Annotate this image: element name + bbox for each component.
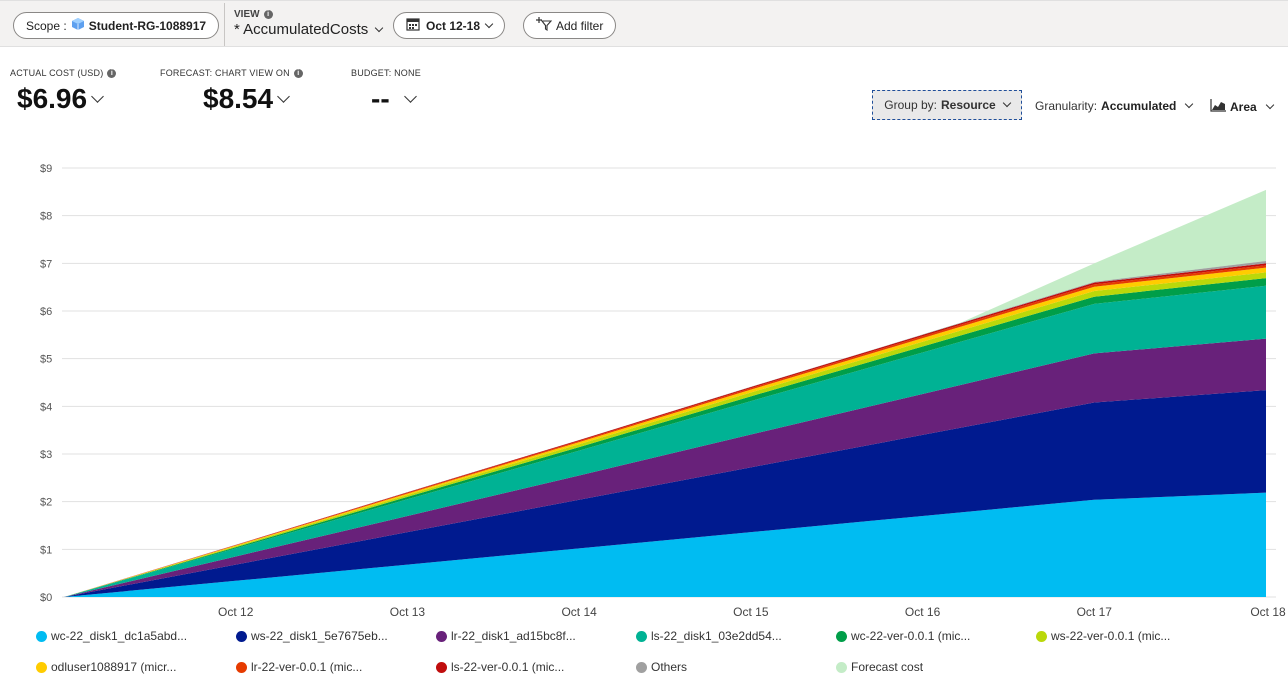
- y-tick-label: $5: [40, 354, 52, 366]
- view-label: VIEW: [234, 9, 260, 20]
- resource-group-icon: [71, 17, 85, 34]
- legend-swatch: [836, 661, 847, 673]
- legend-label: wc-22-ver-0.0.1 (mic...: [851, 629, 971, 643]
- granularity-label: Granularity:: [1035, 99, 1098, 113]
- chart-areas: [64, 189, 1266, 597]
- y-tick-label: $3: [40, 449, 52, 461]
- group-by-value: Resource: [941, 98, 996, 112]
- budget-value: --: [371, 83, 390, 114]
- legend-item[interactable]: Forecast cost: [836, 660, 923, 674]
- chevron-down-icon: [1002, 98, 1011, 108]
- y-tick-label: $0: [40, 592, 52, 604]
- actual-cost-kpi[interactable]: ACTUAL COST (USD) i $6.96: [10, 68, 117, 115]
- y-tick-label: $7: [40, 258, 52, 270]
- toolbar-divider: [224, 3, 225, 46]
- legend-label: Forecast cost: [851, 660, 924, 674]
- add-filter-icon: [536, 17, 553, 34]
- chart-type-value: Area: [1230, 100, 1257, 114]
- legend-swatch: [36, 630, 47, 642]
- legend-swatch: [236, 661, 247, 673]
- chevron-down-icon: [277, 89, 290, 103]
- x-tick-label: Oct 14: [561, 605, 597, 619]
- scope-value: Student-RG-1088917: [88, 18, 207, 33]
- legend-label: odluser1088917 (micr...: [51, 660, 177, 674]
- y-tick-label: $4: [40, 401, 52, 413]
- legend-item[interactable]: wc-22-ver-0.0.1 (mic...: [836, 629, 970, 643]
- legend-swatch: [436, 661, 447, 673]
- group-by-dropdown[interactable]: Group by: Resource: [872, 90, 1022, 120]
- info-icon: i: [107, 68, 117, 78]
- x-tick-label: Oct 13: [390, 605, 426, 619]
- x-tick-label: Oct 15: [733, 605, 769, 619]
- scope-label: Scope :: [26, 18, 67, 33]
- legend-item[interactable]: odluser1088917 (micr...: [36, 660, 176, 674]
- view-selector[interactable]: VIEW i * AccumulatedCosts: [234, 9, 384, 38]
- legend-label: lr-22-ver-0.0.1 (mic...: [251, 660, 363, 674]
- actual-cost-label: ACTUAL COST (USD): [10, 68, 104, 78]
- legend-swatch: [836, 630, 847, 642]
- legend-label: ws-22_disk1_5e7675eb...: [251, 629, 388, 643]
- legend-swatch: [36, 661, 47, 673]
- legend-label: ls-22_disk1_03e2dd54...: [651, 629, 782, 643]
- legend-swatch: [236, 630, 247, 642]
- legend-item[interactable]: lr-22_disk1_ad15bc8f...: [436, 629, 576, 643]
- legend-label: ls-22-ver-0.0.1 (mic...: [451, 660, 565, 674]
- legend-item[interactable]: lr-22-ver-0.0.1 (mic...: [236, 660, 362, 674]
- y-tick-label: $8: [40, 211, 52, 223]
- actual-cost-value: $6.96: [17, 83, 88, 114]
- legend-item[interactable]: ws-22_disk1_5e7675eb...: [236, 629, 388, 643]
- y-tick-label: $6: [40, 306, 52, 318]
- chevron-down-icon: [1265, 100, 1274, 110]
- info-icon: i: [263, 10, 273, 19]
- x-tick-label: Oct 17: [1077, 605, 1113, 619]
- y-tick-label: $9: [40, 163, 52, 175]
- legend-item[interactable]: Others: [636, 660, 687, 674]
- legend-swatch: [636, 661, 647, 673]
- legend-label: Others: [651, 660, 688, 674]
- granularity-dropdown[interactable]: Granularity: Accumulated: [1035, 99, 1194, 113]
- date-range-button[interactable]: Oct 12-18: [393, 12, 506, 39]
- cost-area-chart: $0 $1 $2 $3 $4 $5 $6 $7 $8 $9 Oct 12 Oct 13 Oct 14 Oc…: [40, 163, 1286, 619]
- legend-swatch: [636, 630, 647, 642]
- area-chart-icon: [1210, 99, 1226, 115]
- granularity-value: Accumulated: [1101, 99, 1177, 113]
- forecast-label: FORECAST: CHART VIEW ON: [160, 68, 290, 78]
- chart-legend: wc-22_disk1_dc1a5abd... ws-22_disk1_5e767…: [0, 625, 1288, 687]
- chevron-down-icon: [374, 23, 384, 32]
- legend-item[interactable]: ls-22-ver-0.0.1 (mic...: [436, 660, 564, 674]
- calendar-icon: [406, 17, 420, 34]
- forecast-value: $8.54: [203, 83, 274, 114]
- add-filter-button[interactable]: Add filter: [523, 12, 617, 39]
- legend-item[interactable]: wc-22_disk1_dc1a5abd...: [36, 629, 187, 643]
- y-tick-label: $2: [40, 497, 52, 509]
- chevron-down-icon: [484, 19, 494, 28]
- forecast-kpi[interactable]: FORECAST: CHART VIEW ON i $8.54: [160, 68, 303, 115]
- x-tick-label: Oct 12: [218, 605, 254, 619]
- chevron-down-icon: [91, 89, 104, 103]
- y-tick-label: $1: [40, 544, 52, 556]
- group-by-label: Group by:: [884, 98, 937, 112]
- chevron-down-icon: [403, 89, 417, 103]
- legend-label: lr-22_disk1_ad15bc8f...: [451, 629, 576, 643]
- legend-item[interactable]: ws-22-ver-0.0.1 (mic...: [1036, 629, 1170, 643]
- legend-swatch: [1036, 630, 1047, 642]
- date-range-value: Oct 12-18: [426, 18, 481, 33]
- legend-item[interactable]: ls-22_disk1_03e2dd54...: [636, 629, 782, 643]
- legend-swatch: [436, 630, 447, 642]
- toolbar: Scope : Student-RG-1088917 VIEW i * Accum…: [0, 0, 1288, 47]
- budget-label: BUDGET: NONE: [351, 68, 421, 78]
- add-filter-label: Add filter: [556, 18, 604, 33]
- legend-label: ws-22-ver-0.0.1 (mic...: [1051, 629, 1171, 643]
- x-tick-label: Oct 16: [905, 605, 941, 619]
- info-icon: i: [293, 68, 303, 78]
- chart-type-dropdown[interactable]: Area: [1210, 99, 1274, 115]
- view-value: * AccumulatedCosts: [234, 21, 369, 38]
- scope-button[interactable]: Scope : Student-RG-1088917: [13, 12, 220, 39]
- x-tick-label: Oct 18: [1250, 605, 1286, 619]
- chevron-down-icon: [1185, 99, 1194, 109]
- budget-kpi[interactable]: BUDGET: NONE --: [351, 68, 421, 115]
- legend-label: wc-22_disk1_dc1a5abd...: [51, 629, 188, 643]
